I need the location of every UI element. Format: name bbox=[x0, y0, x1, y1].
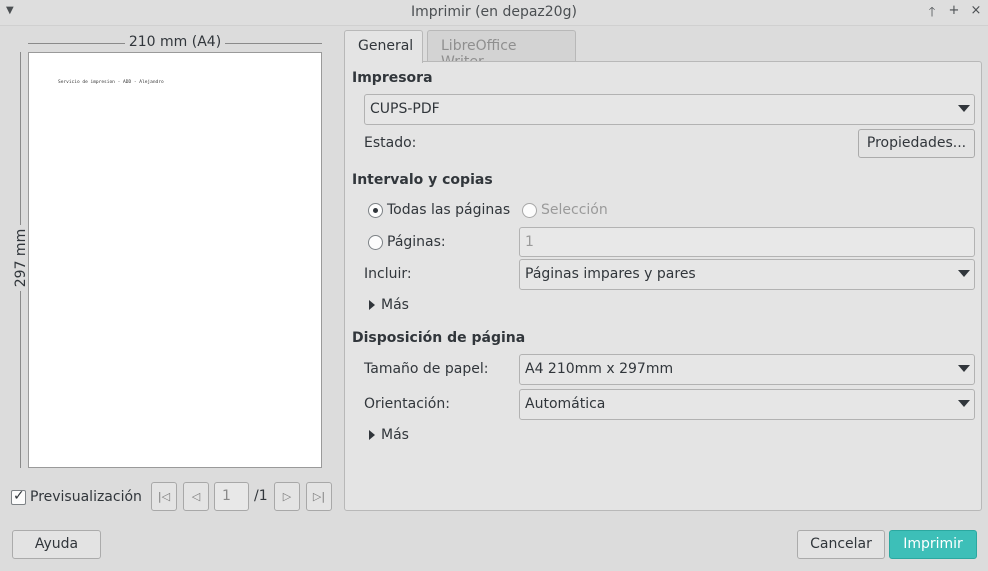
selection-label: Selección bbox=[541, 202, 608, 218]
orientation-value: Automática bbox=[525, 396, 606, 412]
properties-button[interactable]: Propiedades... bbox=[858, 129, 975, 158]
page-total-label: /1 bbox=[254, 488, 268, 504]
include-select[interactable]: Páginas impares y pares bbox=[519, 259, 975, 290]
preview-checkbox[interactable] bbox=[11, 488, 26, 505]
layout-section-title: Disposición de página bbox=[352, 330, 526, 346]
width-dimension: 210 mm (A4) bbox=[28, 34, 322, 52]
expand-triangle-icon bbox=[369, 430, 375, 440]
last-page-icon: ▷| bbox=[312, 490, 326, 503]
include-select-value: Páginas impares y pares bbox=[525, 266, 696, 282]
height-dimension-label: 297 mm bbox=[13, 224, 29, 292]
chevron-down-icon bbox=[958, 105, 970, 112]
window-title: Imprimir (en depaz20g) bbox=[411, 4, 577, 20]
pages-input[interactable]: 1 bbox=[519, 227, 975, 257]
close-icon[interactable]: × bbox=[968, 3, 984, 18]
layout-more-label: Más bbox=[381, 427, 409, 443]
paper-size-value: A4 210mm x 297mm bbox=[525, 361, 674, 377]
selection-radio[interactable] bbox=[522, 202, 537, 218]
preview-checkbox-label: Previsualización bbox=[30, 489, 142, 505]
pages-option[interactable]: Páginas: bbox=[368, 233, 446, 251]
include-label: Incluir: bbox=[364, 266, 412, 282]
status-label: Estado: bbox=[364, 135, 417, 151]
printer-select-value: CUPS-PDF bbox=[370, 101, 440, 117]
preview-toggle[interactable]: Previsualización bbox=[11, 488, 142, 506]
print-button[interactable]: Imprimir bbox=[889, 530, 977, 559]
cancel-button[interactable]: Cancelar bbox=[797, 530, 885, 559]
pages-radio[interactable] bbox=[368, 234, 383, 250]
help-button[interactable]: Ayuda bbox=[12, 530, 101, 559]
expand-triangle-icon bbox=[369, 300, 375, 310]
all-pages-option[interactable]: Todas las páginas bbox=[368, 201, 510, 219]
next-page-icon: ▷ bbox=[282, 490, 292, 503]
layout-more-expander[interactable]: Más bbox=[369, 427, 409, 443]
general-panel: Impresora CUPS-PDF Estado: Propiedades..… bbox=[344, 61, 982, 511]
tab-libreoffice-writer[interactable]: LibreOffice Writer bbox=[427, 30, 576, 70]
keep-above-icon[interactable]: 🡑 bbox=[924, 3, 940, 25]
range-more-expander[interactable]: Más bbox=[369, 297, 409, 313]
orientation-label: Orientación: bbox=[364, 396, 450, 412]
chevron-down-icon bbox=[958, 270, 970, 277]
first-page-icon: |◁ bbox=[157, 490, 171, 503]
pages-label: Páginas: bbox=[387, 234, 446, 250]
width-dimension-label: 210 mm (A4) bbox=[124, 34, 226, 50]
range-section-title: Intervalo y copias bbox=[352, 172, 493, 188]
first-page-button[interactable]: |◁ bbox=[151, 482, 177, 511]
selection-option[interactable]: Selección bbox=[522, 201, 608, 219]
next-page-button[interactable]: ▷ bbox=[274, 482, 300, 511]
printer-select[interactable]: CUPS-PDF bbox=[364, 94, 975, 125]
printer-section-title: Impresora bbox=[352, 70, 433, 86]
tab-general[interactable]: General bbox=[344, 30, 423, 63]
page-preview: Servicio de impresion - ADD - Alejandro bbox=[28, 52, 322, 468]
title-bar: ▼ Imprimir (en depaz20g) 🡑 + × bbox=[0, 0, 988, 26]
height-dimension: 297 mm bbox=[11, 52, 29, 468]
chevron-down-icon bbox=[958, 400, 970, 407]
previous-page-icon: ◁ bbox=[191, 490, 201, 503]
previous-page-button[interactable]: ◁ bbox=[183, 482, 209, 511]
range-more-label: Más bbox=[381, 297, 409, 313]
paper-size-select[interactable]: A4 210mm x 297mm bbox=[519, 354, 975, 385]
chevron-down-icon bbox=[958, 365, 970, 372]
all-pages-label: Todas las páginas bbox=[387, 202, 511, 218]
all-pages-radio[interactable] bbox=[368, 202, 383, 218]
orientation-select[interactable]: Automática bbox=[519, 389, 975, 420]
paper-size-label: Tamaño de papel: bbox=[364, 361, 489, 377]
page-number-input[interactable]: 1 bbox=[214, 482, 249, 511]
last-page-button[interactable]: ▷| bbox=[306, 482, 332, 511]
maximize-icon[interactable]: + bbox=[946, 3, 962, 18]
page-preview-text: Servicio de impresion - ADD - Alejandro bbox=[58, 80, 164, 85]
